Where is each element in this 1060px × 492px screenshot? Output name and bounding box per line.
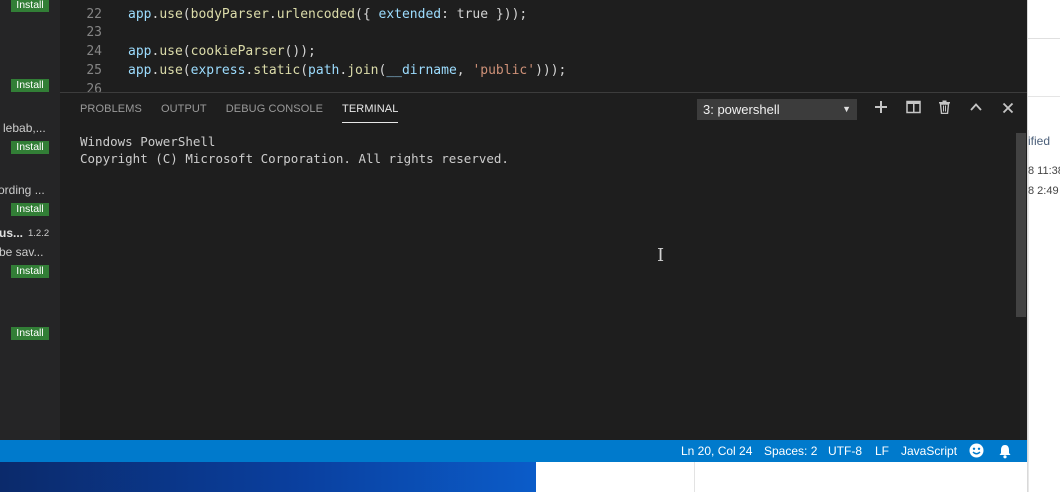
terminal-scrollbar[interactable] bbox=[1016, 133, 1026, 317]
install-button[interactable]: Install bbox=[11, 0, 49, 12]
install-button[interactable]: Install bbox=[11, 79, 49, 92]
code-editor[interactable]: 22 app.use(bodyParser.urlencoded({ extend… bbox=[60, 0, 1027, 92]
extension-description: ording ... bbox=[0, 183, 45, 197]
status-bar: Ln 20, Col 24 Spaces: 2 UTF-8 LF JavaScr… bbox=[0, 440, 1027, 462]
indentation-status[interactable]: Spaces: 2 bbox=[764, 440, 817, 462]
terminal-output[interactable]: Windows PowerShell Copyright (C) Microsof… bbox=[80, 133, 509, 167]
install-button[interactable]: Install bbox=[11, 203, 49, 216]
background-window-strip bbox=[536, 462, 1027, 492]
tab-debug-console[interactable]: DEBUG CONSOLE bbox=[226, 93, 323, 125]
install-button[interactable]: Install bbox=[11, 327, 49, 340]
chevron-down-icon: ▼ bbox=[842, 104, 851, 114]
cursor-position-status[interactable]: Ln 20, Col 24 bbox=[681, 440, 752, 462]
text-cursor-icon: I bbox=[657, 245, 665, 266]
code-line: 26 app.use('/', routes); bbox=[60, 61, 1027, 92]
code-line: 23 app.use(cookieParser()); bbox=[60, 4, 1027, 59]
tab-output[interactable]: OUTPUT bbox=[161, 93, 207, 125]
terminal-line: Copyright (C) Microsoft Corporation. All… bbox=[80, 151, 509, 166]
panel-tabs: PROBLEMS OUTPUT DEBUG CONSOLE TERMINAL bbox=[80, 93, 417, 125]
line-ending-status[interactable]: LF bbox=[875, 440, 889, 462]
terminal-selector-dropdown[interactable]: 3: powershell ▼ bbox=[697, 99, 857, 120]
tab-problems[interactable]: PROBLEMS bbox=[80, 93, 142, 125]
language-mode-status[interactable]: JavaScript bbox=[901, 440, 957, 462]
extensions-sidebar: Install Install lebab,... Install ording… bbox=[0, 0, 60, 440]
terminal-selector-value: 3: powershell bbox=[703, 102, 780, 117]
desktop-background bbox=[0, 462, 536, 492]
code-line: 25 bbox=[60, 42, 1027, 78]
tab-terminal[interactable]: TERMINAL bbox=[342, 93, 399, 123]
file-explorer-window: ified 8 11:38 8 2:49 bbox=[1027, 0, 1060, 492]
smiley-feedback-icon[interactable] bbox=[969, 443, 984, 458]
column-header-modified[interactable]: ified bbox=[1028, 134, 1050, 148]
split-terminal-icon[interactable] bbox=[904, 100, 922, 118]
extension-name: us... bbox=[0, 226, 24, 240]
vscode-window: Install Install lebab,... Install ording… bbox=[0, 0, 1027, 462]
close-icon[interactable] bbox=[999, 100, 1017, 118]
extension-description: lebab,... bbox=[3, 121, 46, 135]
file-row-date[interactable]: 8 2:49 bbox=[1028, 185, 1059, 197]
code-line: 27 app.use('/users', users); bbox=[60, 80, 1027, 92]
encoding-status[interactable]: UTF-8 bbox=[828, 440, 862, 462]
install-button[interactable]: Install bbox=[11, 141, 49, 154]
bell-notification-icon[interactable] bbox=[998, 444, 1012, 459]
terminal-line: Windows PowerShell bbox=[80, 134, 216, 149]
bottom-panel: PROBLEMS OUTPUT DEBUG CONSOLE TERMINAL 3… bbox=[60, 92, 1027, 440]
extension-description: be sav... bbox=[0, 245, 44, 259]
extension-version: 1.2.2 bbox=[28, 228, 50, 239]
code-line: 24 app.use(express.static(path.join(__di… bbox=[60, 23, 1027, 78]
new-terminal-plus-icon[interactable] bbox=[872, 100, 890, 118]
chevron-up-icon[interactable] bbox=[967, 100, 985, 118]
install-button[interactable]: Install bbox=[11, 265, 49, 278]
file-row-date[interactable]: 8 11:38 bbox=[1028, 165, 1060, 177]
trash-icon[interactable] bbox=[935, 100, 953, 118]
